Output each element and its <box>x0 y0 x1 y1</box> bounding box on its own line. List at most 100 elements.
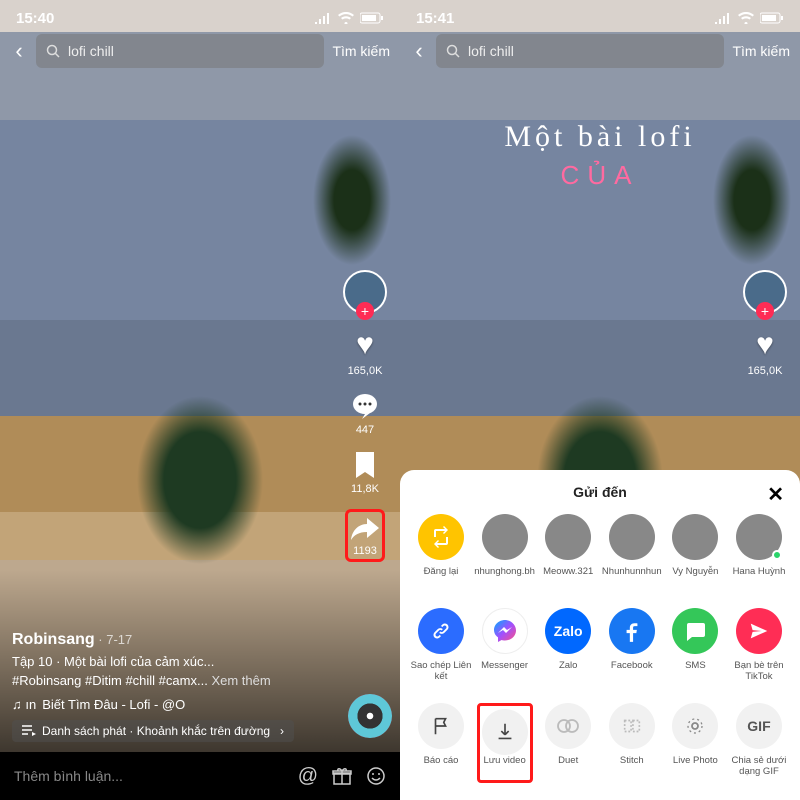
avatar-icon <box>736 514 782 560</box>
follow-plus-icon[interactable]: + <box>356 302 374 320</box>
contact-label: Vy Nguyễn <box>672 566 718 588</box>
overlay-line2: CỦA <box>400 160 800 191</box>
search-text: lofi chill <box>68 43 114 59</box>
like-button[interactable]: ♥ 165,0K <box>748 328 783 377</box>
contact-label: Đăng lại <box>424 566 459 588</box>
app-label: SMS <box>685 660 706 682</box>
back-icon[interactable]: ‹ <box>10 38 28 64</box>
action-label: Live Photo <box>673 755 718 777</box>
playlist-bar[interactable]: Danh sách phát · Khoảnh khắc trên đường … <box>12 720 294 742</box>
share-app-send[interactable]: Bạn bè trên TikTok <box>728 608 790 683</box>
contact-label: nhunghong.bh <box>474 566 535 588</box>
share-contact-2[interactable]: Meoww.321 <box>537 514 599 588</box>
back-icon[interactable]: ‹ <box>410 38 428 64</box>
share-action-flag[interactable]: Báo cáo <box>410 703 472 783</box>
chevron-right-icon: › <box>280 724 284 738</box>
action-label: Stitch <box>620 755 644 777</box>
avatar-icon <box>672 514 718 560</box>
bookmark-button[interactable]: 11,8K <box>351 450 379 495</box>
share-app-link[interactable]: Sao chép Liên kết <box>410 608 472 683</box>
signal-icon <box>714 12 732 24</box>
video-caption: Robinsang · 7-17 Tập 10 · Một bài lofi c… <box>12 628 320 715</box>
close-icon[interactable]: ✕ <box>767 482 784 507</box>
clock: 15:41 <box>416 10 454 27</box>
profile-avatar[interactable]: + <box>343 270 387 314</box>
share-contact-5[interactable]: Hana Huỳnh <box>728 514 790 588</box>
like-count: 165,0K <box>348 365 383 377</box>
signal-icon <box>314 12 332 24</box>
phone-left-video-view: 15:40 ‹ lofi chill Tìm ki <box>0 0 400 800</box>
app-label: Zalo <box>559 660 577 682</box>
share-icon <box>349 514 381 542</box>
app-label: Messenger <box>481 660 528 682</box>
mention-icon[interactable]: @ <box>298 765 318 788</box>
like-button[interactable]: ♥ 165,0K <box>348 328 383 377</box>
heart-icon: ♥ <box>356 328 374 362</box>
search-text: lofi chill <box>468 43 514 59</box>
app-label: Bạn bè trên TikTok <box>728 660 790 683</box>
share-app-sms[interactable]: SMS <box>664 608 726 683</box>
gift-icon[interactable] <box>332 766 352 786</box>
music-info[interactable]: ♫ ın Biết Tìm Đâu - Lofi - @O <box>12 695 320 715</box>
share-actions-row: Báo cáo Lưu video Duet Stitch Live Photo GIFC… <box>406 689 794 789</box>
wifi-icon <box>338 12 354 24</box>
username[interactable]: Robinsang <box>12 631 95 648</box>
hashtags[interactable]: #Robinsang #Ditim #chill #camx... <box>12 673 208 688</box>
action-label: Duet <box>558 755 578 777</box>
search-bar: ‹ lofi chill Tìm kiếm <box>410 34 790 68</box>
search-icon <box>46 44 60 58</box>
music-disc[interactable] <box>348 694 392 738</box>
share-contact-3[interactable]: Nhunhunnhun <box>601 514 663 588</box>
share-action-duet[interactable]: Duet <box>537 703 599 783</box>
avatar-icon <box>482 514 528 560</box>
search-button[interactable]: Tìm kiếm <box>732 43 790 59</box>
app-label: Sao chép Liên kết <box>410 660 472 683</box>
action-sidebar: + ♥ 165,0K 447 11,8K <box>336 270 394 562</box>
heart-icon: ♥ <box>756 328 774 362</box>
search-button[interactable]: Tìm kiếm <box>332 43 390 59</box>
share-action-live[interactable]: Live Photo <box>664 703 726 783</box>
action-sidebar: + ♥ 165,0K <box>736 270 794 377</box>
emoji-icon[interactable] <box>366 766 386 786</box>
share-action-stitch[interactable]: Stitch <box>601 703 663 783</box>
see-more-link[interactable]: Xem thêm <box>211 673 270 688</box>
share-app-fb[interactable]: Facebook <box>601 608 663 683</box>
status-bar: 15:40 <box>0 6 400 30</box>
search-input[interactable]: lofi chill <box>436 34 724 68</box>
follow-plus-icon[interactable]: + <box>756 302 774 320</box>
app-label: Facebook <box>611 660 653 682</box>
share-contact-4[interactable]: Vy Nguyễn <box>664 514 726 588</box>
music-title: Biết Tìm Đâu - Lofi - @O <box>42 695 185 715</box>
contact-label: Nhunhunnhun <box>602 566 662 588</box>
share-app-msgr[interactable]: Messenger <box>474 608 536 683</box>
playlist-icon <box>22 725 36 737</box>
share-action-gif[interactable]: GIFChia sẻ dưới dạng GIF <box>728 703 790 783</box>
search-icon <box>446 44 460 58</box>
save-video-action-highlighted[interactable]: Lưu video <box>474 703 536 783</box>
video-overlay-text: Một bài lofi CỦA <box>400 120 800 191</box>
comment-button[interactable]: 447 <box>350 391 380 436</box>
share-contact-0[interactable]: Đăng lại <box>410 514 472 588</box>
share-count: 1193 <box>353 545 377 557</box>
post-date: 7-17 <box>106 632 132 647</box>
comment-input[interactable]: Thêm bình luận... <box>14 768 284 784</box>
share-sheet: Gửi đến ✕ Đăng lạinhunghong.bhMeoww.321N… <box>400 470 800 800</box>
comment-icon <box>350 391 380 421</box>
status-bar: 15:41 <box>400 6 800 30</box>
share-button-highlighted[interactable]: 1193 <box>345 509 385 562</box>
phone-right-share-sheet: 15:41 ‹ lofi chill Tìm ki <box>400 0 800 800</box>
contact-label: Hana Huỳnh <box>733 566 786 588</box>
contact-label: Meoww.321 <box>543 566 593 588</box>
clock: 15:40 <box>16 10 54 27</box>
profile-avatar[interactable]: + <box>743 270 787 314</box>
search-input[interactable]: lofi chill <box>36 34 324 68</box>
playlist-text: Danh sách phát · Khoảnh khắc trên đường <box>42 724 270 738</box>
action-label: Báo cáo <box>424 755 459 777</box>
share-contact-1[interactable]: nhunghong.bh <box>474 514 536 588</box>
battery-icon <box>360 12 384 24</box>
share-app-zalo[interactable]: ZaloZalo <box>537 608 599 683</box>
share-contacts-row: Đăng lại nhunghong.bh Meoww.321 Nhunhunnhun… <box>406 500 794 594</box>
battery-icon <box>760 12 784 24</box>
music-note-icon: ♫ ın <box>12 695 36 715</box>
overlay-line1: Một bài lofi <box>400 120 800 154</box>
